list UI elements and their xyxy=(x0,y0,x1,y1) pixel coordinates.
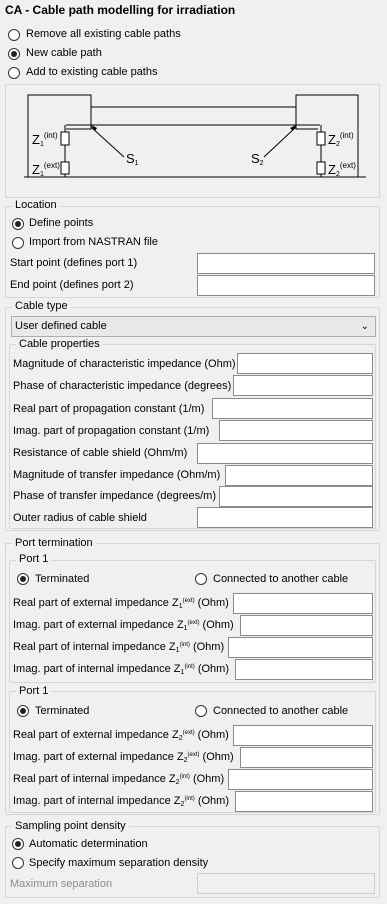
magnitude-char-impedance-label: Magnitude of characteristic impedance (O… xyxy=(13,358,236,370)
magnitude-transfer-input[interactable] xyxy=(225,465,373,486)
port-1-real-ext-label: Real part of external impedance Z1(ext) … xyxy=(13,597,229,610)
port-2-real-int-input[interactable] xyxy=(228,769,373,790)
port-2-imag-int-label: Imag. part of internal impedance Z2(int)… xyxy=(13,795,230,808)
magnitude-transfer-label: Magnitude of transfer impedance (Ohm/m) xyxy=(13,469,221,481)
port-2-imag-ext-label: Imag. part of external impedance Z2(ext)… xyxy=(13,751,234,764)
z1-int-label: Z1(int) xyxy=(32,131,58,148)
imag-propagation-label: Imag. part of propagation constant (1/m) xyxy=(13,425,210,437)
radio-specify-max-separation-label[interactable]: Specify maximum separation density xyxy=(29,857,208,869)
port-2-connected-radio[interactable] xyxy=(195,705,207,717)
resistance-shield-input[interactable] xyxy=(197,443,373,464)
radio-specify-max-separation[interactable] xyxy=(12,857,24,869)
cable-type-select[interactable]: User defined cable ⌄ xyxy=(11,316,376,337)
port-2-real-ext-input[interactable] xyxy=(233,725,373,746)
port-1-imag-ext-label: Imag. part of external impedance Z1(ext)… xyxy=(13,619,234,632)
cable-type-value: User defined cable xyxy=(15,320,107,332)
port-1-real-int-label: Real part of internal impedance Z1(int) … xyxy=(13,641,225,654)
port-2-connected-label[interactable]: Connected to another cable xyxy=(213,705,348,717)
start-point-label: Start point (defines port 1) xyxy=(10,257,138,269)
radio-add-existing[interactable] xyxy=(8,67,20,79)
s1-label: S1 xyxy=(126,151,139,167)
start-point-input[interactable] xyxy=(197,253,375,274)
imag-propagation-input[interactable] xyxy=(219,420,373,441)
cable-type-legend: Cable type xyxy=(12,300,71,312)
port-1-real-int-input[interactable] xyxy=(228,637,373,658)
port-2-imag-ext-input[interactable] xyxy=(240,747,373,768)
dialog-title: CA - Cable path modelling for irradiatio… xyxy=(5,3,236,17)
radio-automatic-determination[interactable] xyxy=(12,838,24,850)
port-2-legend: Port 1 xyxy=(16,685,52,697)
real-propagation-input[interactable] xyxy=(212,398,373,419)
radio-add-existing-label[interactable]: Add to existing cable paths xyxy=(26,66,157,78)
port-2-real-int-label: Real part of internal impedance Z2(int) … xyxy=(13,773,225,786)
phase-char-impedance-label: Phase of characteristic impedance (degre… xyxy=(13,380,232,392)
radio-new-cable-path[interactable] xyxy=(8,48,20,60)
cable-diagram-svg xyxy=(24,94,366,178)
radio-remove-all-label[interactable]: Remove all existing cable paths xyxy=(26,28,181,40)
cable-properties-legend: Cable properties xyxy=(16,338,103,350)
port-2-terminated-radio[interactable] xyxy=(17,705,29,717)
radio-remove-all[interactable] xyxy=(8,29,20,41)
port-1-connected-radio[interactable] xyxy=(195,573,207,585)
radio-new-cable-path-label[interactable]: New cable path xyxy=(26,47,102,59)
port-2-real-ext-label: Real part of external impedance Z2(ext) … xyxy=(13,729,229,742)
end-point-label: End point (defines port 2) xyxy=(10,279,134,291)
z1-ext-label: Z1(ext) xyxy=(32,161,60,178)
outer-radius-label: Outer radius of cable shield xyxy=(13,512,147,524)
resistance-shield-label: Resistance of cable shield (Ohm/m) xyxy=(13,447,188,459)
max-separation-label: Maximum separation xyxy=(10,878,113,890)
port-1-imag-int-label: Imag. part of internal impedance Z1(int)… xyxy=(13,663,230,676)
port-2-imag-int-input[interactable] xyxy=(235,791,373,812)
magnitude-char-impedance-input[interactable] xyxy=(237,353,373,374)
real-propagation-label: Real part of propagation constant (1/m) xyxy=(13,403,205,415)
sampling-legend: Sampling point density xyxy=(12,820,129,832)
radio-import-nastran-label[interactable]: Import from NASTRAN file xyxy=(29,236,158,248)
radio-automatic-determination-label[interactable]: Automatic determination xyxy=(29,838,148,850)
chevron-down-icon: ⌄ xyxy=(360,321,369,332)
phase-transfer-input[interactable] xyxy=(219,486,373,507)
radio-import-nastran[interactable] xyxy=(12,237,24,249)
z2-ext-label: Z2(ext) xyxy=(328,161,356,178)
port-1-imag-int-input[interactable] xyxy=(235,659,373,680)
port-1-connected-label[interactable]: Connected to another cable xyxy=(213,573,348,585)
end-point-input[interactable] xyxy=(197,275,375,296)
phase-transfer-label: Phase of transfer impedance (degrees/m) xyxy=(13,490,216,502)
z2-int-label: Z2(int) xyxy=(328,131,354,148)
port-1-terminated-label[interactable]: Terminated xyxy=(35,573,89,585)
s2-label: S2 xyxy=(251,151,264,167)
port-1-real-ext-input[interactable] xyxy=(233,593,373,614)
radio-define-points-label[interactable]: Define points xyxy=(29,217,93,229)
port-1-terminated-radio[interactable] xyxy=(17,573,29,585)
radio-define-points[interactable] xyxy=(12,218,24,230)
port-2-terminated-label[interactable]: Terminated xyxy=(35,705,89,717)
location-legend: Location xyxy=(12,199,60,211)
phase-char-impedance-input[interactable] xyxy=(233,375,373,396)
outer-radius-input[interactable] xyxy=(197,507,373,528)
port-1-legend: Port 1 xyxy=(16,553,52,565)
max-separation-input[interactable] xyxy=(197,873,375,894)
port-1-imag-ext-input[interactable] xyxy=(240,615,373,636)
cable-diagram: Z1(int) Z1(ext) Z2(int) Z2(ext) S1 S2 xyxy=(5,84,380,198)
port-termination-legend: Port termination xyxy=(12,537,96,549)
